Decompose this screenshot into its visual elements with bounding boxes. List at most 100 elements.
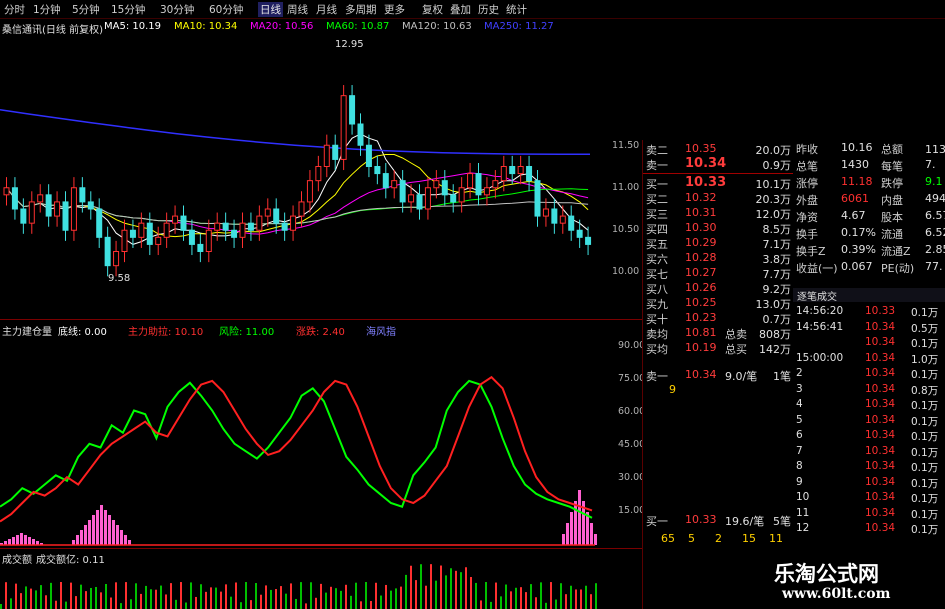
period-tab[interactable]: 30分钟 [160,2,194,17]
buy1-order: 2 [715,532,722,545]
volume-bar [430,564,432,609]
buy1-detail-price: 10.33 [685,513,717,526]
period-tab[interactable]: 周线 [287,2,308,17]
toolbar-button[interactable]: 统计 [506,2,527,17]
indicator-chart [0,375,597,546]
volume-bar [250,600,252,609]
volume-chart [0,564,597,609]
volume-bar [130,599,132,609]
sell-label: 卖一 [646,159,668,172]
tick-row: 15:00:00 10.34 1.0万 [793,351,945,366]
buy-row: 买七 10.27 7.7万 [643,266,793,281]
buy1-order: 65 [661,532,675,545]
volume-bar [120,603,122,609]
buy-label: 买七 [646,268,668,281]
price-tick: 10.50 [612,224,640,235]
volume-bar [40,585,42,609]
volume-bar [435,580,437,609]
period-tab[interactable]: 15分钟 [111,2,145,17]
stat-row: 换手Z 0.39% 流通Z 2.85 [793,243,945,258]
stat-row: 涨停 11.18 跌停 9.1 [793,175,945,190]
indicator-bar [112,520,115,545]
avg-price: 10.81 [685,326,717,339]
stat-label: 总笔 [796,160,818,173]
tick-time: 15:00:00 [796,351,844,364]
candle [357,123,364,146]
volume-bar [290,583,292,609]
candle [298,201,305,217]
period-tab[interactable]: 分时 [4,2,25,17]
candle [458,187,465,203]
period-tab[interactable]: 多周期 [345,2,377,17]
period-tab[interactable]: 1分钟 [33,2,61,17]
volume-bar [380,595,382,609]
volume-bar [15,583,17,609]
buy-price: 10.27 [685,266,717,279]
candle [424,187,431,210]
period-tab[interactable]: 60分钟 [209,2,243,17]
volume-bar [110,597,112,609]
candle [20,208,27,224]
stat-row: 换手 0.17% 流通 6.52 [793,226,945,241]
tick-row: 7 10.34 0.1万 [793,445,945,459]
candle [349,95,356,125]
buy-volume: 12.0万 [755,208,792,221]
period-tab[interactable]: 5分钟 [72,2,100,17]
tick-row: 14:56:41 10.34 0.5万 [793,321,945,335]
tick-row: 5 10.34 0.1万 [793,414,945,428]
tick-price: 10.34 [865,382,896,395]
volume-bar [425,585,427,609]
quote-panel: 卖二 10.35 20.0万 卖一 10.34 0.9万 买一 10.33 10.1万 买二 10.… [642,140,945,609]
avg-price: 10.19 [685,341,717,354]
volume-bar [175,599,177,609]
buy-volume: 7.7万 [762,268,792,281]
volume-bar [90,587,92,609]
candle [509,166,516,175]
candle [146,222,153,245]
volume-bar [300,582,302,609]
stat-label: 流通 [881,228,903,241]
stat-row: 外盘 6061 内盘 494 [793,192,945,207]
toolbar-button[interactable]: 复权 [422,2,443,17]
indicator-bar [594,534,597,545]
candlestick-chart: 12.95 9.58 [0,39,592,284]
high-price-label: 12.95 [335,39,364,50]
tick-volume: 1.0万 [911,353,939,366]
volume-bar [455,570,457,609]
buy-volume: 0.7万 [762,313,792,326]
volume-bar [350,595,352,609]
candle [450,194,457,203]
period-tab[interactable]: 日线 [258,2,283,17]
toolbar-button[interactable]: 叠加 [450,2,471,17]
volume-bar [495,582,497,609]
tick-price: 10.34 [865,506,896,519]
toolbar-button[interactable]: 历史 [478,2,499,17]
period-tab[interactable]: 月线 [316,2,337,17]
sell-label: 卖二 [646,144,668,157]
buy-label: 买四 [646,223,668,236]
sell-price: 10.34 [685,156,727,171]
candle [534,180,541,217]
buy-row: 买四 10.30 8.5万 [643,221,793,236]
tick-time: 11 [796,506,810,519]
sell-volume: 20.0万 [755,144,792,157]
buy1-order: 5 [688,532,695,545]
buy-label: 买十 [646,313,668,326]
ma-label: MA120: 10.63 [402,21,472,32]
book-divider [643,173,793,174]
period-tab[interactable]: 更多 [384,2,405,17]
volume-bar [330,586,332,609]
tick-time: 2 [796,367,803,379]
tick-time: 3 [796,382,803,395]
candle [382,173,389,189]
volume-bar [520,587,522,609]
buy1-order: 11 [769,532,783,545]
avg-row: 卖均 10.81 总卖 808万 [643,326,793,341]
sell-price: 10.35 [685,142,717,155]
candle [180,215,187,231]
indicator-bar [28,537,31,545]
volume-bar [565,594,567,609]
volume-bar [160,585,162,609]
candle [391,180,398,189]
tick-row: 10 10.34 0.1万 [793,491,945,505]
